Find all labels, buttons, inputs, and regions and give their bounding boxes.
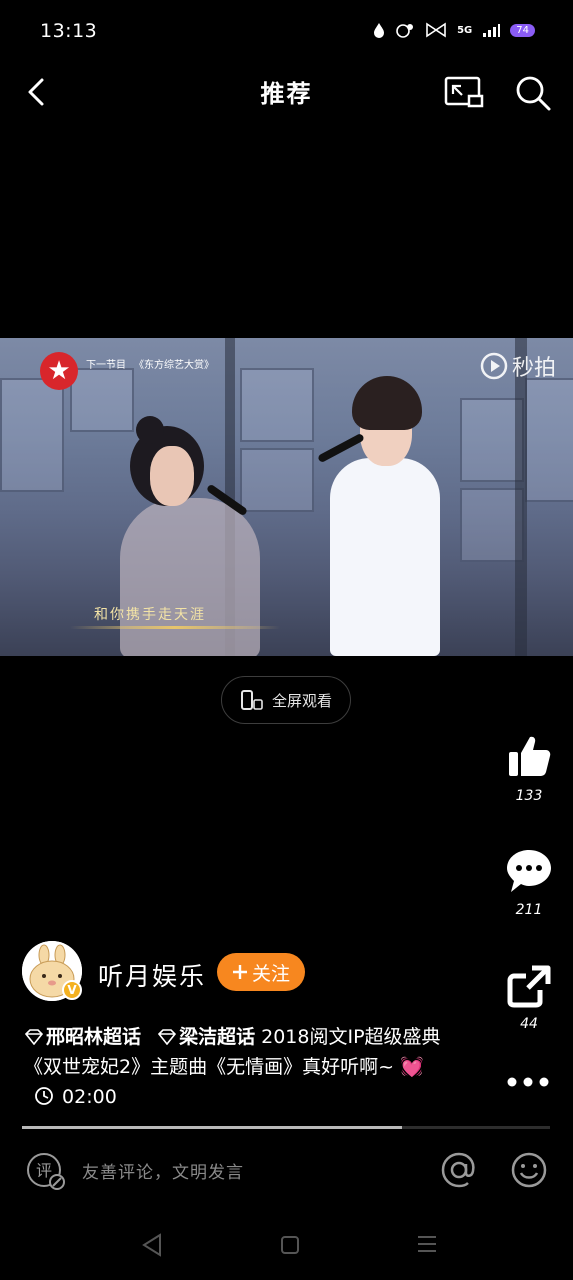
video-duration: 02:00 xyxy=(62,1086,117,1108)
comment-count: 211 xyxy=(515,902,543,918)
performer-woman xyxy=(120,498,260,656)
play-circle-icon xyxy=(480,352,508,380)
signal-icon xyxy=(483,24,501,37)
playback-progress-fill xyxy=(22,1126,403,1129)
share-count: 44 xyxy=(520,1016,538,1032)
bow-icon xyxy=(426,22,446,38)
drop-icon xyxy=(374,23,385,38)
thumbs-up-icon xyxy=(509,736,551,776)
more-options-icon[interactable] xyxy=(506,1076,550,1088)
mention-at-icon[interactable] xyxy=(440,1151,478,1189)
diamond-icon xyxy=(157,1029,177,1045)
verified-badge: V xyxy=(62,980,82,1000)
network-label: 5G xyxy=(457,24,473,36)
fullscreen-label: 全屏观看 xyxy=(271,691,332,710)
miaopai-watermark: 秒拍 xyxy=(480,350,556,382)
plus-icon xyxy=(232,965,247,979)
heart-emoji-icon: 💓 xyxy=(400,1056,424,1078)
page-title: 推荐 xyxy=(260,80,313,108)
like-count: 133 xyxy=(515,788,543,804)
diamond-icon xyxy=(24,1029,44,1045)
playback-progress[interactable] xyxy=(22,1126,550,1129)
next-program-title: 《东方综艺大赏》 xyxy=(134,360,214,371)
author-name[interactable]: 听月娱乐 xyxy=(98,957,206,993)
channel-star-logo: ★ xyxy=(40,352,78,390)
fullscreen-button[interactable]: 全屏观看 xyxy=(221,676,351,724)
share-button[interactable]: 44 xyxy=(496,964,562,1032)
system-home-icon[interactable] xyxy=(280,1235,300,1255)
system-recents-icon[interactable] xyxy=(416,1234,438,1254)
rotate-phone-icon xyxy=(240,690,263,710)
performer-man xyxy=(330,458,440,656)
follow-label: 关注 xyxy=(251,962,290,985)
clock-icon xyxy=(35,1087,53,1105)
super-topic-link[interactable]: 梁洁超话 xyxy=(157,1026,255,1048)
video-subtitle: 和你携手走天涯 xyxy=(94,607,206,623)
search-icon[interactable] xyxy=(514,74,552,112)
comment-compose-icon[interactable]: 评 xyxy=(25,1151,67,1191)
comment-input[interactable]: 友善评论，文明发言 xyxy=(82,1158,244,1183)
super-topic-link[interactable]: 邢昭林超话 xyxy=(24,1026,141,1048)
video-player[interactable]: ★ 下一节目 《东方综艺大赏》 秒拍 和你携手走天涯 xyxy=(0,338,573,656)
comment-bubble-icon xyxy=(507,850,551,892)
battery-badge: 74 xyxy=(510,23,535,37)
like-button[interactable]: 133 xyxy=(496,732,562,804)
share-icon xyxy=(507,965,551,1008)
system-back-icon[interactable] xyxy=(140,1232,164,1258)
comment-button[interactable]: 211 xyxy=(496,848,562,918)
status-icons: 5G 74 xyxy=(373,22,535,38)
follow-button[interactable]: 关注 xyxy=(217,953,305,991)
next-program-label: 下一节目 xyxy=(86,360,126,371)
video-description: 邢昭林超话 梁洁超话 2018阅文IP超级盛典《双世宠妃2》主题曲《无情画》真好… xyxy=(24,1022,444,1112)
picture-in-picture-icon[interactable] xyxy=(443,74,485,110)
app-notification-icon xyxy=(396,24,414,38)
svg-text:评: 评 xyxy=(36,1161,52,1180)
emoji-smiley-icon[interactable] xyxy=(510,1151,548,1189)
status-time: 13:13 xyxy=(40,20,98,42)
